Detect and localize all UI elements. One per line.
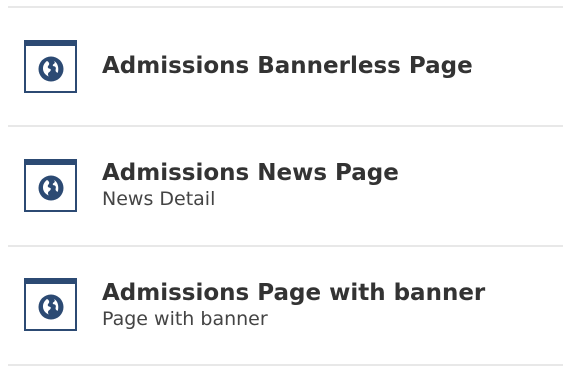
- list-item[interactable]: Admissions News Page News Detail: [0, 127, 563, 244]
- list-item[interactable]: Admissions Page with banner Page with ba…: [0, 247, 563, 364]
- list-item-subtitle: Page with banner: [102, 308, 268, 330]
- list-item-text: Admissions News Page News Detail: [102, 159, 399, 211]
- list-item-text: Admissions Bannerless Page: [102, 52, 473, 80]
- globe-page-icon: [24, 278, 77, 331]
- list-item-title: Admissions News Page: [102, 160, 399, 186]
- globe-page-icon: [24, 159, 77, 212]
- list-item-text: Admissions Page with banner Page with ba…: [102, 279, 485, 331]
- list-item-subtitle: News Detail: [102, 188, 216, 210]
- list-item-title: Admissions Page with banner: [102, 280, 486, 306]
- globe-page-icon: [24, 40, 77, 93]
- page-type-list: Admissions Bannerless Page Admissions Ne…: [0, 0, 563, 366]
- list-item-title: Admissions Bannerless Page: [102, 53, 473, 79]
- list-item[interactable]: Admissions Bannerless Page: [0, 8, 563, 125]
